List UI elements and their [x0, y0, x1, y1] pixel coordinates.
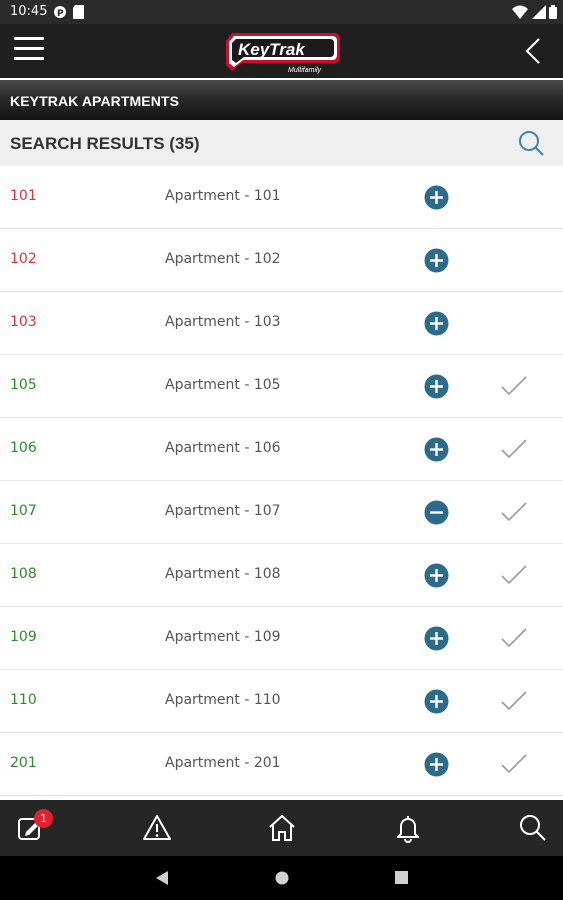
search-results-title: SEARCH RESULTS (35) [10, 134, 200, 153]
alert-triangle-icon[interactable] [142, 813, 172, 843]
home-circle-icon[interactable] [275, 871, 289, 885]
home-icon[interactable] [267, 813, 297, 843]
list-item[interactable]: 101 Apartment - 101 [0, 166, 563, 229]
svg-text:P: P [57, 9, 64, 19]
add-circle-icon[interactable] [424, 185, 449, 210]
logo-text: KeyTrak [238, 40, 306, 59]
checkmark-icon [501, 439, 527, 459]
list-item[interactable]: 106 Apartment - 106 [0, 418, 563, 481]
unit-name: Apartment - 103 [165, 314, 281, 330]
list-item[interactable]: 110 Apartment - 110 [0, 670, 563, 733]
checkmark-icon [501, 691, 527, 711]
keytrak-logo: KeyTrak Multifamily [226, 33, 340, 74]
battery-icon [549, 5, 557, 19]
add-circle-icon[interactable] [424, 437, 449, 462]
recents-square-icon[interactable] [395, 871, 408, 884]
back-triangle-icon[interactable] [155, 870, 169, 886]
search-icon[interactable] [518, 813, 548, 843]
search-results-header: SEARCH RESULTS (35) [0, 120, 563, 166]
unit-name: Apartment - 102 [165, 251, 281, 267]
bell-icon[interactable] [393, 813, 423, 843]
unit-number: 107 [10, 503, 37, 519]
notification-icon: P [54, 6, 66, 19]
unit-name: Apartment - 107 [165, 503, 281, 519]
status-bar: 10:45 P [0, 0, 563, 24]
list-item[interactable]: 108 Apartment - 108 [0, 544, 563, 607]
status-time: 10:45 [10, 4, 48, 19]
unit-number: 106 [10, 440, 37, 456]
search-results-list: 101 Apartment - 101 102 Apartment - 102 103 A… [0, 166, 563, 796]
search-icon[interactable] [517, 129, 545, 157]
unit-number: 110 [10, 692, 37, 708]
back-chevron-icon[interactable] [520, 36, 546, 66]
hamburger-icon[interactable] [14, 37, 44, 65]
add-circle-icon[interactable] [424, 374, 449, 399]
unit-name: Apartment - 105 [165, 377, 281, 393]
list-item[interactable]: 103 Apartment - 103 [0, 292, 563, 355]
unit-name: Apartment - 101 [165, 188, 281, 204]
app-bar: KeyTrak Multifamily [0, 24, 563, 78]
bottom-nav [0, 800, 563, 856]
unit-number: 103 [10, 314, 37, 330]
add-circle-icon[interactable] [424, 563, 449, 588]
unit-name: Apartment - 109 [165, 629, 281, 645]
list-item[interactable]: 105 Apartment - 105 [0, 355, 563, 418]
signal-icon [532, 5, 546, 19]
add-circle-icon[interactable] [424, 752, 449, 777]
sim-icon [73, 5, 84, 19]
unit-number: 101 [10, 188, 37, 204]
checkmark-icon [501, 628, 527, 648]
add-circle-icon[interactable] [424, 311, 449, 336]
checkmark-icon [501, 502, 527, 522]
unit-number: 102 [10, 251, 37, 267]
notification-badge: 1 [34, 809, 53, 828]
unit-name: Apartment - 108 [165, 566, 281, 582]
property-header: KEYTRAK APARTMENTS [0, 80, 563, 120]
checkmark-icon [501, 754, 527, 774]
unit-number: 108 [10, 566, 37, 582]
list-item[interactable]: 107 Apartment - 107 [0, 481, 563, 544]
property-title: KEYTRAK APARTMENTS [10, 93, 180, 109]
add-circle-icon[interactable] [424, 689, 449, 714]
unit-name: Apartment - 201 [165, 755, 281, 771]
unit-number: 109 [10, 629, 37, 645]
logo-subtext: Multifamily [288, 67, 322, 74]
add-circle-icon[interactable] [424, 248, 449, 273]
unit-number: 201 [10, 755, 37, 771]
add-circle-icon[interactable] [424, 626, 449, 651]
unit-number: 105 [10, 377, 37, 393]
list-item[interactable]: 201 Apartment - 201 [0, 733, 563, 796]
list-item[interactable]: 109 Apartment - 109 [0, 607, 563, 670]
unit-name: Apartment - 110 [165, 692, 281, 708]
system-nav-bar [0, 856, 563, 900]
checkmark-icon [501, 565, 527, 585]
checkmark-icon [501, 376, 527, 396]
wifi-icon [512, 5, 528, 19]
list-item[interactable]: 102 Apartment - 102 [0, 229, 563, 292]
remove-circle-icon[interactable] [424, 500, 449, 525]
unit-name: Apartment - 106 [165, 440, 281, 456]
